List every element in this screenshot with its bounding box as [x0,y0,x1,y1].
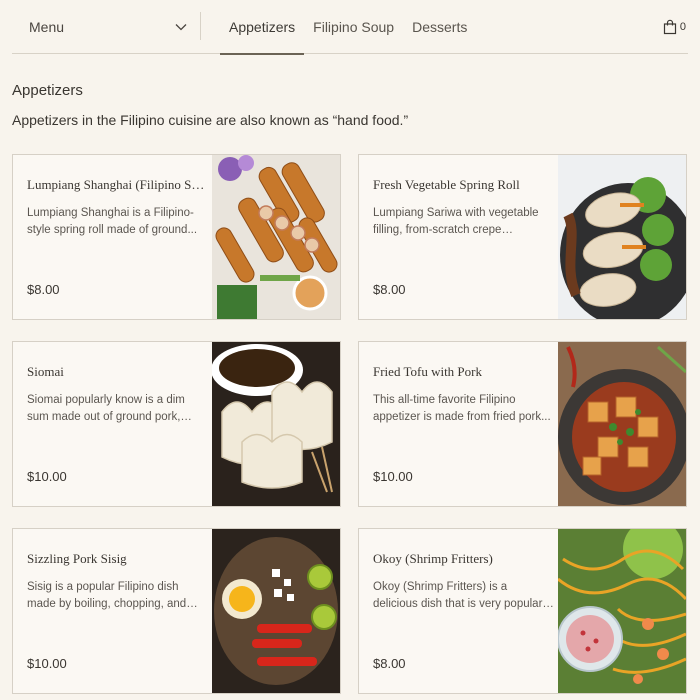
menu-item-card[interactable]: Fresh Vegetable Spring Roll Lumpiang Sar… [358,154,687,320]
menu-item-card[interactable]: Fried Tofu with Pork This all-time favor… [358,341,687,507]
tab-label: Desserts [412,19,468,35]
menu-item-text: Fresh Vegetable Spring Roll Lumpiang Sar… [373,177,555,239]
menu-item-text: Sizzling Pork Sisig Sisig is a popular F… [27,551,209,613]
menu-item-description: Sisig is a popular Filipino dish made by… [27,581,187,610]
menu-item-description: Lumpiang Sariwa with vegetable filling, … [373,207,539,236]
menu-item-price: $10.00 [27,469,67,484]
tab-label: Filipino Soup [313,19,395,35]
menu-item-price: $10.00 [373,469,413,484]
top-navigation: Menu Appetizers Filipino Soup Desserts 0 [12,0,688,55]
menu-item-name: Lumpiang Shanghai (Filipino Sprin... [27,177,209,192]
menu-item-card[interactable]: Sizzling Pork Sisig Sisig is a popular F… [12,528,341,694]
menu-item-name: Sizzling Pork Sisig [27,551,127,566]
tab-desserts[interactable]: Desserts [403,0,476,54]
cart-count: 0 [679,21,686,33]
menu-item-name: Siomai [27,364,64,379]
menu-item-photo [212,529,340,693]
menu-item-text: Lumpiang Shanghai (Filipino Sprin... Lum… [27,177,209,239]
shopping-bag-icon [663,19,676,35]
tab-label: Appetizers [229,19,296,35]
menu-item-photo [558,155,686,319]
menu-item-text: Okoy (Shrimp Fritters) Okoy (Shrimp Frit… [373,551,555,613]
menu-item-description: This all-time favorite Filipino appetize… [373,394,551,423]
section-title: Appetizers [12,82,83,99]
chevron-down-icon [175,24,187,31]
cart-button[interactable]: 0 [663,0,686,54]
menu-item-card[interactable]: Lumpiang Shanghai (Filipino Sprin... Lum… [12,154,341,320]
menu-dropdown[interactable]: Menu [12,0,200,54]
menu-item-name: Okoy (Shrimp Fritters) [373,551,493,566]
menu-item-card[interactable]: Siomai Siomai popularly know is a dim su… [12,341,341,507]
tab-appetizers[interactable]: Appetizers [220,0,305,55]
menu-item-photo [212,155,340,319]
menu-item-price: $10.00 [27,656,67,671]
menu-dropdown-label: Menu [29,19,65,35]
menu-item-photo [558,342,686,506]
divider [200,12,201,40]
menu-item-name: Fresh Vegetable Spring Roll [373,177,520,192]
menu-item-price: $8.00 [373,656,406,671]
menu-item-text: Fried Tofu with Pork This all-time favor… [373,364,555,426]
menu-item-photo [212,342,340,506]
menu-item-name: Fried Tofu with Pork [373,364,482,379]
section-description: Appetizers in the Filipino cuisine are a… [12,112,409,128]
menu-item-description: Okoy (Shrimp Fritters) is a delicious di… [373,581,555,610]
menu-item-description: Siomai popularly know is a dim sum made … [27,394,185,423]
menu-item-price: $8.00 [373,282,406,297]
menu-item-text: Siomai Siomai popularly know is a dim su… [27,364,209,426]
menu-item-card[interactable]: Okoy (Shrimp Fritters) Okoy (Shrimp Frit… [358,528,687,694]
menu-item-photo [558,529,686,693]
menu-item-price: $8.00 [27,282,60,297]
menu-tabs: Appetizers Filipino Soup Desserts [220,0,476,55]
menu-item-description: Lumpiang Shanghai is a Filipino-style sp… [27,207,198,236]
tab-filipino-soup[interactable]: Filipino Soup [304,0,403,54]
